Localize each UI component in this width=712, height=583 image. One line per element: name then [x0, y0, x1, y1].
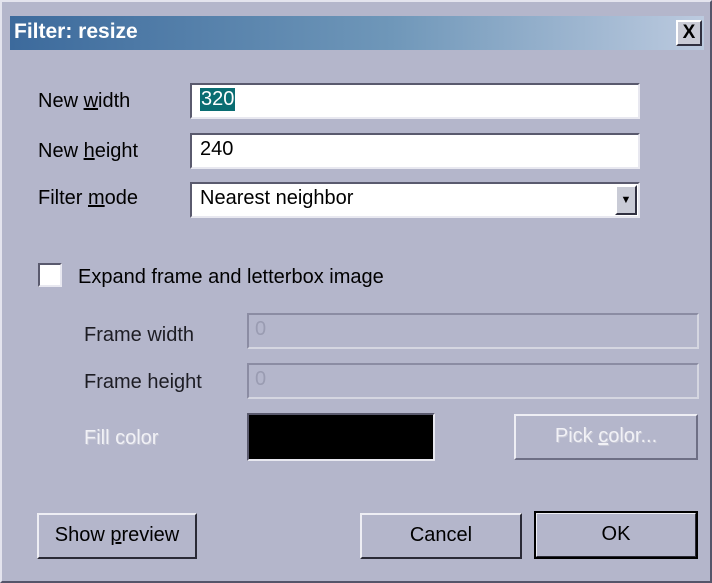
new-height-input[interactable]: 240: [190, 133, 640, 169]
new-width-value: 320: [200, 88, 236, 111]
frame-height-label: Frame height: [84, 371, 202, 393]
fill-color-label: Fill color: [84, 427, 159, 449]
close-button[interactable]: X: [676, 20, 702, 46]
show-preview-button[interactable]: Show preview: [37, 513, 197, 559]
new-height-value: 240: [200, 138, 234, 160]
pick-color-button[interactable]: Pick color...: [514, 414, 698, 460]
expand-frame-checkbox[interactable]: [38, 263, 62, 287]
new-height-label: New height: [38, 140, 139, 162]
filter-mode-value: Nearest neighbor: [200, 187, 354, 209]
title-bar[interactable]: Filter: resize X: [10, 16, 704, 50]
new-width-input[interactable]: 320: [190, 83, 640, 119]
frame-height-input[interactable]: 0: [247, 363, 699, 399]
filter-mode-label: Filter mode: [38, 187, 139, 209]
frame-height-value: 0: [255, 368, 267, 390]
frame-width-value: 0: [255, 318, 267, 340]
dialog-title: Filter: resize: [14, 20, 138, 43]
frame-width-input[interactable]: 0: [247, 313, 699, 349]
cancel-button[interactable]: Cancel: [360, 513, 522, 559]
dropdown-arrow-button[interactable]: ▼: [615, 185, 637, 215]
frame-width-label: Frame width: [84, 324, 195, 346]
close-icon: X: [682, 22, 696, 43]
expand-frame-label: Expand frame and letterbox image: [78, 266, 384, 288]
chevron-down-icon: ▼: [620, 194, 632, 206]
new-width-label: New width: [38, 90, 131, 112]
fill-color-swatch: [247, 413, 435, 461]
filter-mode-select[interactable]: Nearest neighbor ▼: [190, 182, 640, 218]
resize-filter-dialog: Filter: resize X New width 320 New heigh…: [0, 0, 712, 583]
ok-button[interactable]: OK: [534, 511, 698, 559]
